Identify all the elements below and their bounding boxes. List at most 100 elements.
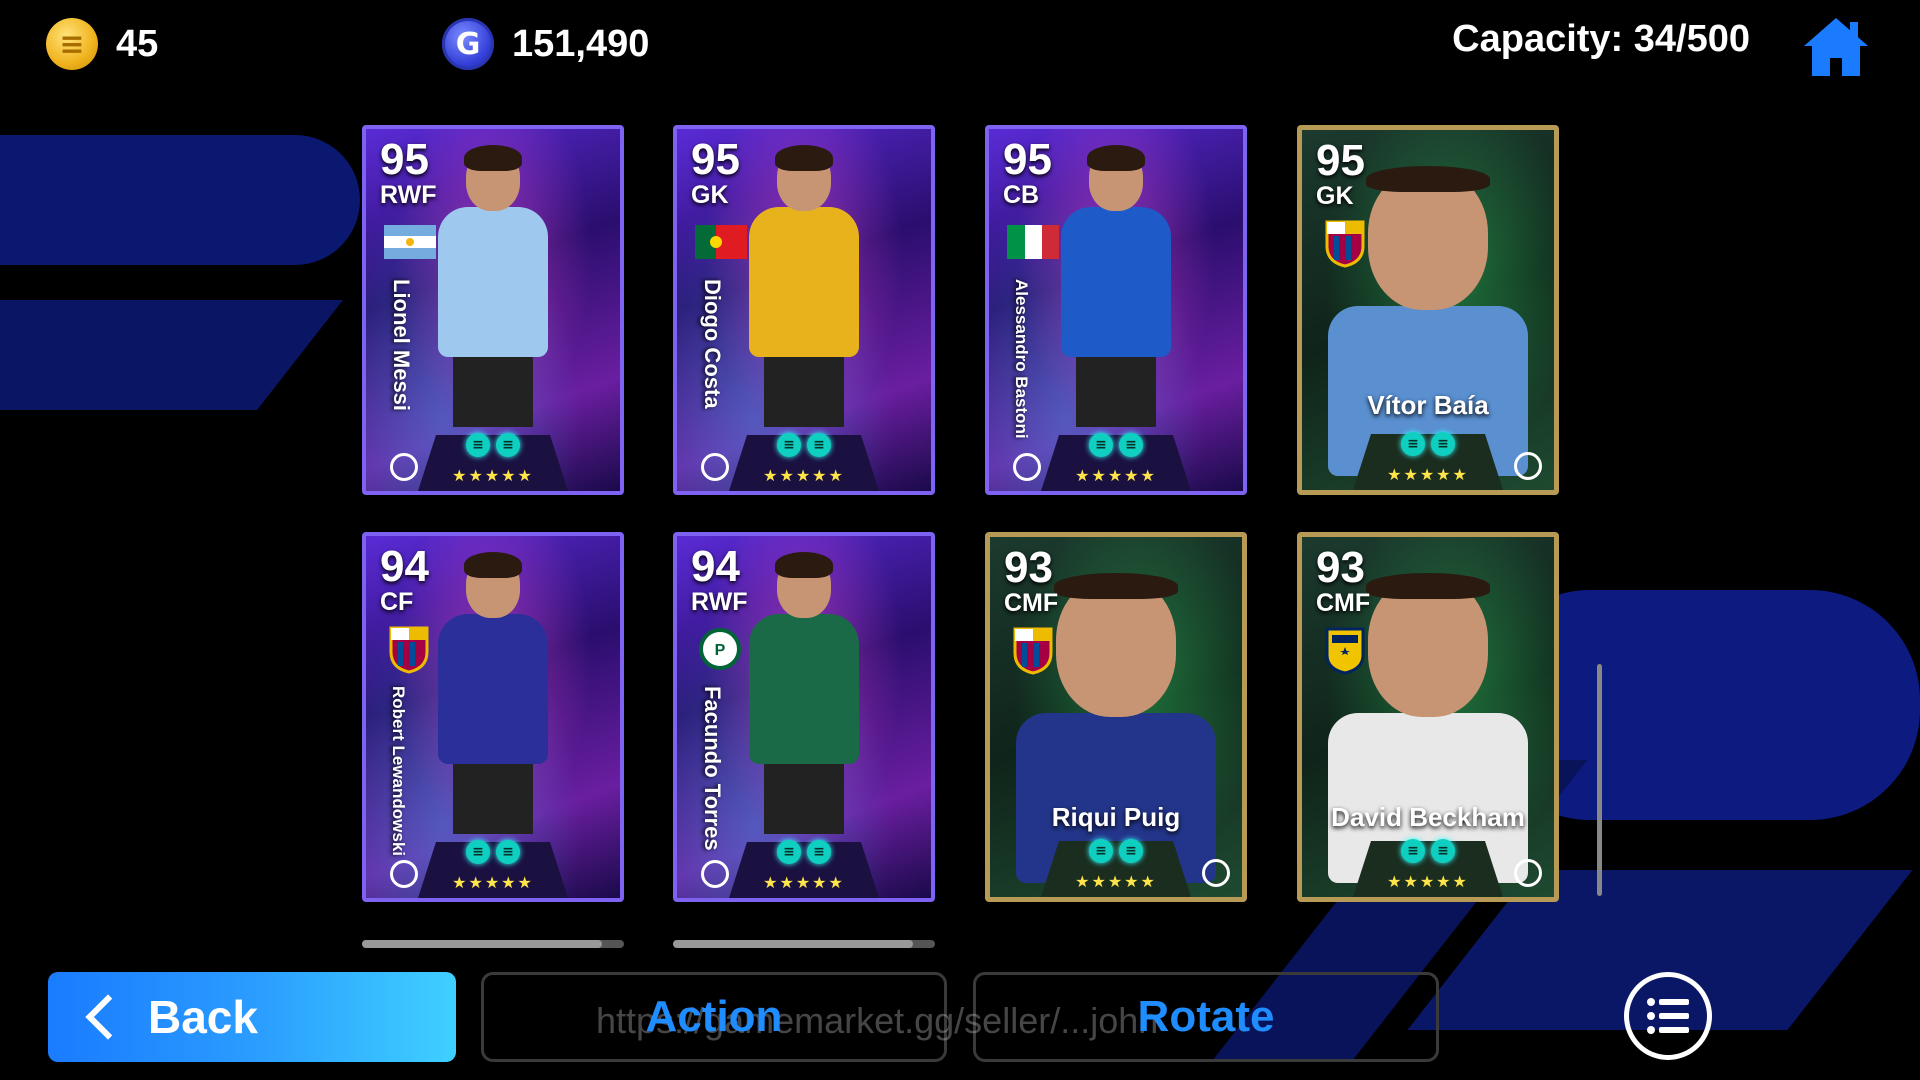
card-progress-bar [673, 940, 935, 948]
portugal-flag-icon [695, 225, 747, 259]
skill-badges: ≡ ≡ [1089, 433, 1143, 457]
player-position: CMF [1316, 589, 1371, 617]
player-card[interactable]: 95 CB Alessandro Bastoni ≡ ≡ ★★★★★ [985, 125, 1247, 495]
skill-icon: ≡ [1119, 433, 1143, 457]
gp-icon: G [442, 18, 494, 70]
player-card[interactable]: 95 RWF Lionel Messi ≡ ≡ ★★★★★ [362, 125, 624, 495]
skill-icon: ≡ [496, 433, 520, 457]
player-position: GK [691, 181, 729, 209]
home-icon[interactable] [1802, 14, 1870, 78]
skill-icon: ≡ [807, 433, 831, 457]
back-label: Back [148, 991, 258, 1043]
skill-icon: ≡ [1401, 839, 1425, 863]
player-rating: 95 [691, 135, 740, 184]
player-position: CF [380, 588, 414, 616]
skill-icon: ≡ [1089, 839, 1113, 863]
player-name: Alessandro Bastoni [1012, 279, 1031, 439]
scrollbar[interactable] [1597, 664, 1602, 896]
palmeiras-crest-icon: P [699, 628, 741, 670]
menu-button[interactable] [1624, 972, 1712, 1060]
skill-icon: ≡ [777, 433, 801, 457]
coin-balance: ≡ 45 [46, 18, 158, 70]
player-rating: 95 [1316, 136, 1365, 185]
player-position: GK [1316, 182, 1354, 210]
back-button[interactable]: Back [48, 972, 456, 1062]
player-position: CMF [1004, 589, 1059, 617]
skill-icon: ≡ [1431, 839, 1455, 863]
efootball-logo-icon [1514, 452, 1542, 480]
gp-value: 151,490 [512, 22, 650, 65]
efootball-logo-icon [1514, 859, 1542, 887]
player-position: RWF [691, 588, 748, 616]
barcelona-crest-icon [1013, 627, 1053, 675]
skill-icon: ≡ [777, 840, 801, 864]
rotate-label: Rotate [1137, 992, 1275, 1041]
skill-badges: ≡ ≡ [777, 840, 831, 864]
player-name: Robert Lewandowski [389, 686, 408, 857]
skill-icon: ≡ [466, 433, 490, 457]
player-rating: 93 [1316, 543, 1365, 592]
skill-icon: ≡ [1089, 433, 1113, 457]
player-name: Vítor Baía [1367, 390, 1489, 420]
efootball-logo-icon [701, 453, 729, 481]
chevron-left-icon [85, 994, 131, 1040]
italy-flag-icon [1007, 225, 1059, 259]
skill-icon: ≡ [1119, 839, 1143, 863]
efootball-logo-icon [701, 860, 729, 888]
player-name: David Beckham [1331, 802, 1525, 832]
coin-icon: ≡ [46, 18, 98, 70]
player-card[interactable]: 93 CMF David Beckham ≡ ≡ ★★★★★ [1297, 532, 1559, 902]
player-name: Diogo Costa [700, 279, 725, 409]
skill-icon: ≡ [1431, 432, 1455, 456]
skill-badges: ≡ ≡ [1401, 432, 1455, 456]
efootball-logo-icon [1202, 859, 1230, 887]
player-portrait [1016, 573, 1216, 883]
background-stripe [0, 135, 360, 265]
efootball-logo-icon [1013, 453, 1041, 481]
player-portrait [1328, 166, 1528, 476]
la-galaxy-crest-icon [1325, 627, 1365, 675]
skill-badges: ≡ ≡ [1401, 839, 1455, 863]
skill-badges: ≡ ≡ [466, 433, 520, 457]
efootball-logo-icon [390, 453, 418, 481]
efootball-logo-icon [390, 860, 418, 888]
barcelona-crest-icon [1325, 220, 1365, 268]
player-name: Facundo Torres [700, 686, 725, 851]
player-portrait [1061, 145, 1171, 427]
player-card[interactable]: 95 GK Diogo Costa ≡ ≡ ★★★★★ [673, 125, 935, 495]
skill-badges: ≡ ≡ [777, 433, 831, 457]
skill-icon: ≡ [496, 840, 520, 864]
player-position: CB [1003, 181, 1040, 209]
player-card[interactable]: 93 CMF Riqui Puig ≡ ≡ ★★★★★ [985, 532, 1247, 902]
player-portrait [749, 552, 859, 834]
player-card[interactable]: 94 RWF P Facundo Torres ≡ ≡ ★★★★★ [673, 532, 935, 902]
barcelona-crest-icon [389, 626, 429, 674]
action-label: Action [645, 992, 783, 1041]
gp-balance: G 151,490 [442, 18, 649, 70]
player-rating: 95 [1003, 135, 1052, 184]
player-card[interactable]: 95 GK Vítor Baía ≡ ≡ ★★★★★ [1297, 125, 1559, 495]
player-portrait [1328, 573, 1528, 883]
skill-icon: ≡ [466, 840, 490, 864]
card-progress-bar [362, 940, 624, 948]
player-rating: 95 [380, 135, 429, 184]
player-card[interactable]: 94 CF Robert Lewandowski ≡ ≡ ★★★★★ [362, 532, 624, 902]
svg-text:P: P [715, 642, 726, 659]
background-stripe [0, 300, 343, 410]
player-name: Lionel Messi [389, 279, 414, 412]
skill-badges: ≡ ≡ [1089, 839, 1143, 863]
player-name: Riqui Puig [1051, 802, 1181, 832]
coin-value: 45 [116, 22, 159, 65]
argentina-flag-icon [384, 225, 436, 259]
player-portrait [438, 552, 548, 834]
skill-icon: ≡ [807, 840, 831, 864]
skill-badges: ≡ ≡ [466, 840, 520, 864]
player-portrait [749, 145, 859, 427]
player-rating: 94 [380, 542, 429, 591]
capacity-label: Capacity: 34/500 [1452, 18, 1750, 60]
player-position: RWF [380, 181, 437, 209]
player-rating: 93 [1004, 543, 1053, 592]
skill-icon: ≡ [1401, 432, 1425, 456]
player-rating: 94 [691, 542, 740, 591]
player-portrait [438, 145, 548, 427]
